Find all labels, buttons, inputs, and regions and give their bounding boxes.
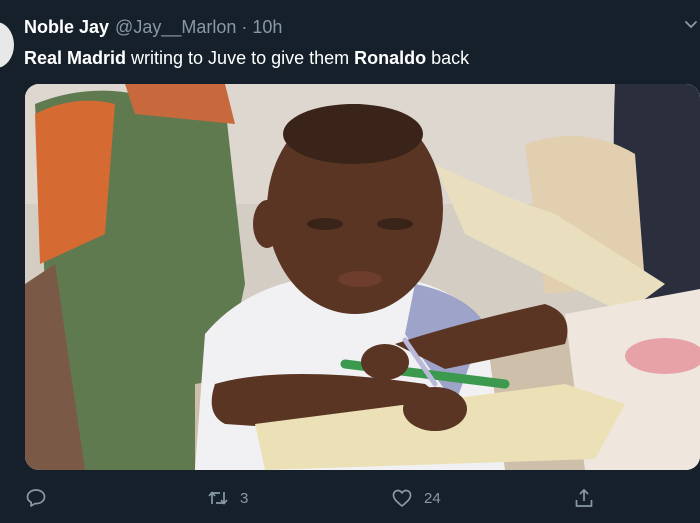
retweet-count: 3	[240, 489, 249, 507]
user-handle[interactable]: @Jay__Marlon	[115, 17, 236, 38]
photo-illustration	[25, 84, 700, 470]
tweet-photo[interactable]	[25, 84, 700, 470]
reply-icon	[26, 489, 46, 507]
retweet-button[interactable]: 3	[206, 484, 248, 512]
tweet-text-plain: back	[426, 48, 470, 68]
separator-dot: ·	[241, 16, 248, 37]
retweet-icon	[208, 491, 228, 505]
like-button[interactable]: 24	[390, 484, 441, 512]
tweet-text-bold: Ronaldo	[354, 48, 427, 68]
tweet-text-plain: writing to Juve to give them	[126, 48, 355, 68]
tweet-text-bold: Real Madrid	[24, 48, 127, 68]
display-name[interactable]: Noble Jay	[24, 17, 109, 38]
chevron-down-icon[interactable]	[684, 18, 698, 32]
share-icon	[575, 488, 593, 507]
tweet-text: Real Madrid writing to Juve to give them…	[24, 45, 469, 71]
avatar[interactable]	[0, 22, 14, 68]
like-count: 24	[424, 489, 441, 507]
reply-button[interactable]	[24, 484, 58, 512]
heart-icon	[392, 489, 412, 507]
tweet-header: Noble Jay @Jay__Marlon · 10h	[24, 14, 282, 40]
tweet-card[interactable]: Noble Jay @Jay__Marlon · 10h Real Madrid…	[0, 0, 700, 523]
timestamp[interactable]: 10h	[252, 17, 282, 38]
share-button[interactable]	[572, 484, 606, 512]
tweet-actions: 3 24	[24, 484, 700, 514]
